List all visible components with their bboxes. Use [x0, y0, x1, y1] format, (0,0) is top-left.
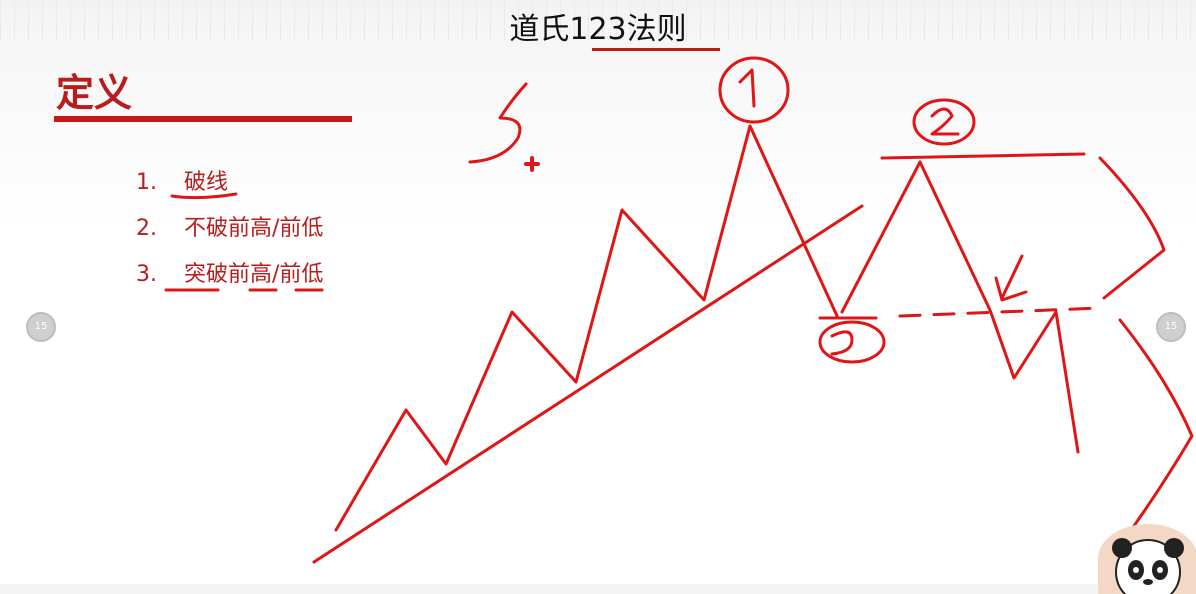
rewind-15-button[interactable]: 15	[26, 312, 56, 342]
rewind-icon: 15	[34, 321, 48, 332]
hand-drawn-annotation	[164, 56, 1194, 564]
forward-icon: 15	[1164, 321, 1178, 332]
forward-15-button[interactable]: 15	[1156, 312, 1186, 342]
